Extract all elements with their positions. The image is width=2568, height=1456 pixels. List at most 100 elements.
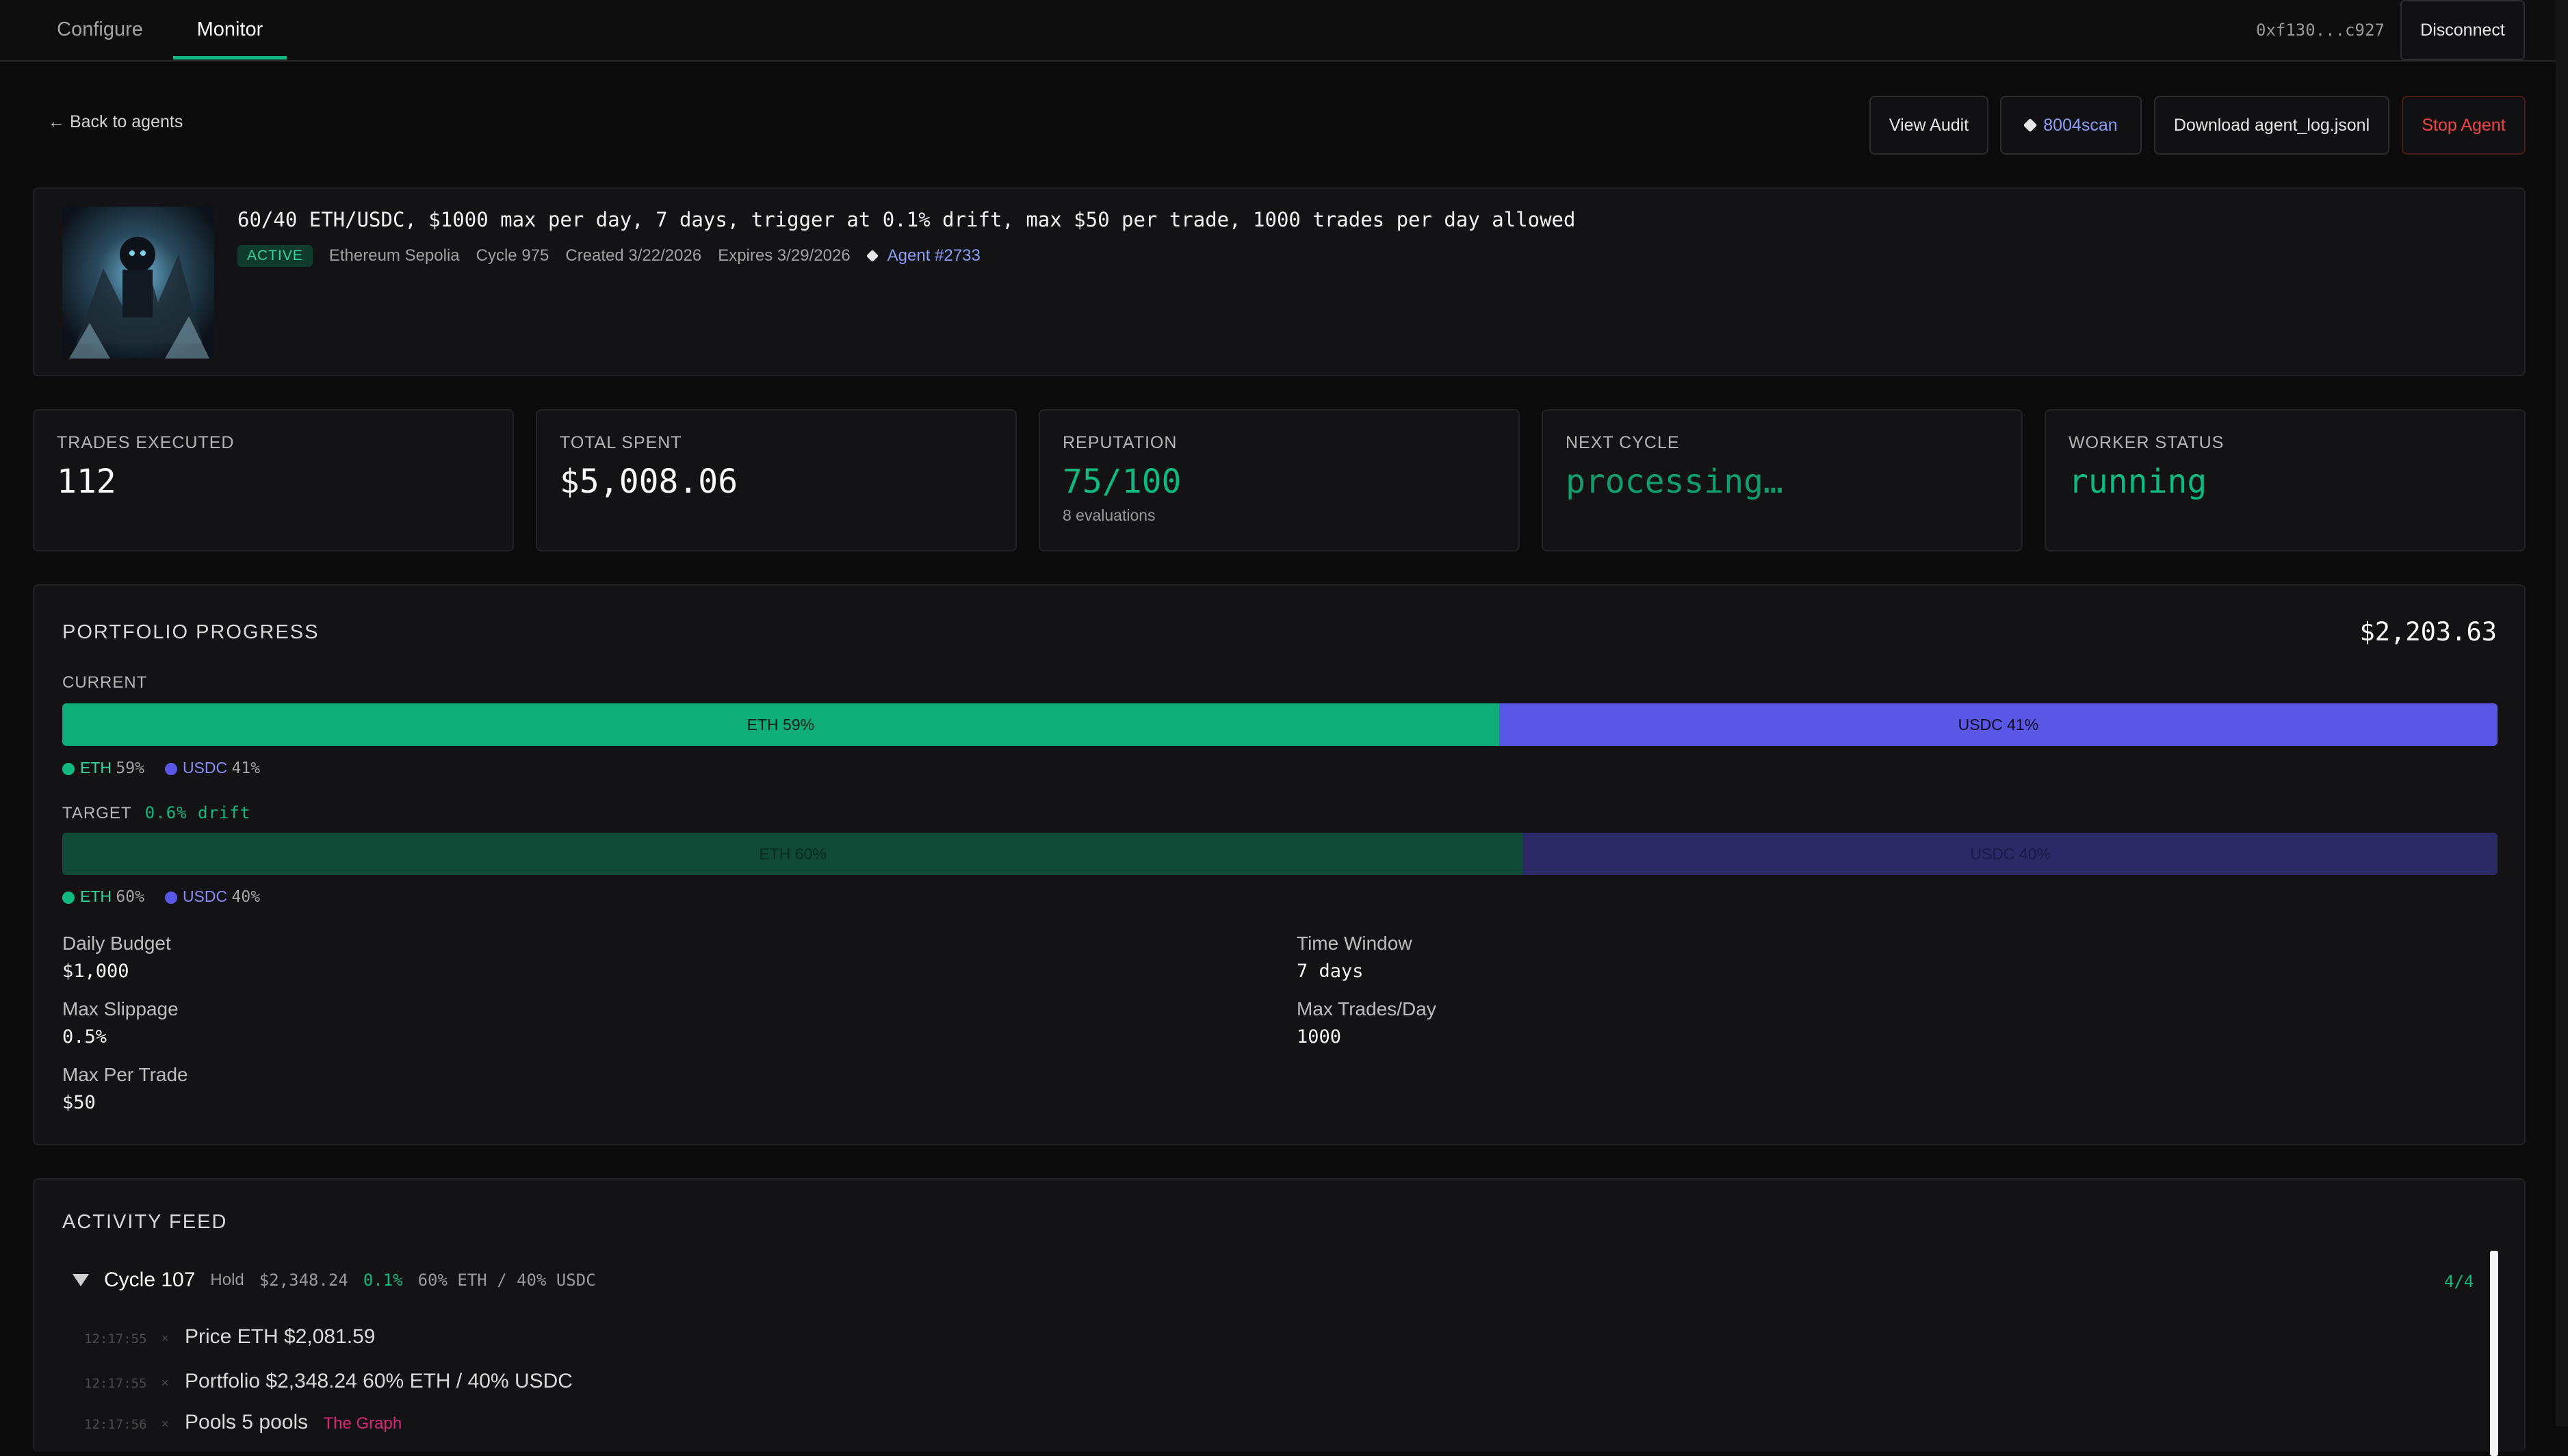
agent-summary-card: 60/40 ETH/USDC, $1000 max per day, 7 day… — [33, 187, 2526, 376]
cycle-count: 4/4 — [2444, 1272, 2474, 1291]
section-title: ACTIVITY FEED — [62, 1211, 228, 1233]
tab-monitor[interactable]: Monitor — [173, 0, 287, 60]
log-text: Pools 5 pools — [185, 1411, 309, 1433]
stat-sub: 8 evaluations — [1063, 506, 1156, 524]
param-value-max-trades-day: 1000 — [1297, 1026, 1342, 1048]
top-nav: Configure Monitor 0xf130...c927 Disconne… — [0, 0, 2568, 62]
network-label: Ethereum Sepolia — [328, 246, 460, 265]
legend-eth-name: ETH — [80, 887, 112, 905]
target-legend: ETH 60% USDC 40% — [62, 887, 260, 906]
view-audit-button[interactable]: View Audit — [1869, 96, 1988, 155]
legend-usdc: USDC 41% — [164, 759, 261, 777]
log-time: 12:17:56 — [84, 1417, 147, 1432]
param-value-max-per-trade: $50 — [62, 1092, 96, 1113]
legend-eth-value: 59% — [116, 759, 144, 777]
current-allocation-bar: ETH 59% USDC 41% — [62, 703, 2498, 746]
stat-trades-executed: TRADES EXECUTED 112 — [33, 409, 514, 551]
stat-value: 75/100 — [1063, 463, 1182, 501]
param-value-max-slippage: 0.5% — [62, 1026, 107, 1048]
expires-date: Expires 3/29/2026 — [718, 246, 851, 265]
cube-icon — [2023, 118, 2038, 133]
tab-configure[interactable]: Configure — [41, 0, 159, 60]
agent-description: 60/40 ETH/USDC, $1000 max per day, 7 day… — [237, 208, 1576, 231]
cycle-value: $2,348.24 — [259, 1271, 348, 1290]
stat-label: NEXT CYCLE — [1566, 433, 1680, 452]
scrollbar[interactable] — [2556, 0, 2568, 1427]
portfolio-progress-card: PORTFOLIO PROGRESS $2,203.63 CURRENT ETH… — [33, 584, 2526, 1145]
stat-value: running — [2068, 463, 2207, 501]
log-text: Price ETH $2,081.59 — [185, 1325, 376, 1348]
log-time: 12:17:55 — [84, 1331, 147, 1347]
stat-reputation: REPUTATION 75/100 8 evaluations — [1039, 409, 1520, 551]
target-header: TARGET 0.6% drift — [62, 803, 250, 823]
log-entry: Pools 5 pools The Graph — [185, 1411, 402, 1434]
param-key-max-per-trade: Max Per Trade — [62, 1064, 188, 1085]
log-separator: × — [161, 1417, 169, 1431]
stat-worker-status: WORKER STATUS running — [2045, 409, 2526, 551]
portfolio-total: $2,203.63 — [2359, 617, 2497, 647]
target-usdc-segment: USDC 40% — [1523, 833, 2498, 875]
download-log-button[interactable]: Download agent_log.jsonl — [2154, 96, 2389, 155]
cycle-name: Cycle 107 — [104, 1269, 196, 1291]
param-key-max-trades-day: Max Trades/Day — [1297, 998, 1436, 1019]
agent-id-label: Agent #2733 — [887, 246, 981, 265]
stat-label: TOTAL SPENT — [560, 433, 682, 452]
stat-value: processing… — [1566, 463, 1783, 501]
stat-next-cycle: NEXT CYCLE processing… — [1542, 409, 2023, 551]
stat-value: $5,008.06 — [560, 463, 738, 501]
log-entry: Portfolio $2,348.24 60% ETH / 40% USDC — [185, 1370, 573, 1393]
feed-scrollbar[interactable] — [2490, 1251, 2498, 1456]
stat-total-spent: TOTAL SPENT $5,008.06 — [536, 409, 1017, 551]
stat-label: REPUTATION — [1063, 433, 1178, 452]
current-usdc-segment: USDC 41% — [1499, 703, 2498, 746]
current-legend: ETH 59% USDC 41% — [62, 759, 260, 777]
activity-feed-card: ACTIVITY FEED Cycle 107 Hold $2,348.24 0… — [33, 1178, 2526, 1456]
legend-usdc-name: USDC — [182, 759, 228, 777]
cycle-allocation: 60% ETH / 40% USDC — [417, 1271, 596, 1290]
8004scan-button[interactable]: 8004scan — [2000, 96, 2142, 155]
log-text: Portfolio $2,348.24 60% ETH / 40% USDC — [185, 1370, 573, 1392]
target-eth-segment: ETH 60% — [62, 833, 1524, 875]
status-badge: ACTIVE — [237, 245, 313, 267]
created-date: Created 3/22/2026 — [565, 246, 702, 265]
target-label: TARGET — [62, 804, 132, 822]
cycle-label: Cycle 975 — [476, 246, 549, 265]
log-separator: × — [161, 1331, 169, 1345]
legend-eth: ETH 60% — [62, 887, 144, 906]
legend-usdc-value: 41% — [231, 759, 261, 777]
legend-eth: ETH 59% — [62, 759, 144, 777]
current-eth-segment: ETH 59% — [62, 703, 1499, 746]
legend-usdc: USDC 40% — [164, 887, 261, 906]
log-time: 12:17:55 — [84, 1376, 147, 1391]
stop-agent-button[interactable]: Stop Agent — [2402, 96, 2526, 155]
cube-icon — [866, 249, 879, 263]
active-tab-indicator — [173, 56, 287, 60]
8004scan-label: 8004scan — [2043, 115, 2118, 135]
log-entry: Price ETH $2,081.59 — [185, 1325, 375, 1349]
param-key-max-slippage: Max Slippage — [62, 998, 179, 1019]
stat-label: TRADES EXECUTED — [57, 433, 235, 452]
disconnect-button[interactable]: Disconnect — [2400, 0, 2525, 60]
cycle-drift: 0.1% — [363, 1271, 403, 1290]
back-to-agents-link[interactable]: ← Back to agents — [48, 112, 183, 132]
legend-usdc-value: 40% — [231, 888, 261, 906]
section-title: PORTFOLIO PROGRESS — [62, 621, 320, 643]
chevron-down-icon[interactable] — [73, 1274, 89, 1286]
legend-eth-name: ETH — [80, 759, 112, 777]
param-value-daily-budget: $1,000 — [62, 961, 129, 982]
stat-label: WORKER STATUS — [2068, 433, 2225, 452]
agent-id-link[interactable]: Agent #2733 — [866, 246, 981, 265]
current-label: CURRENT — [62, 673, 148, 692]
agent-avatar — [62, 207, 214, 359]
target-allocation-bar: ETH 60% USDC 40% — [62, 833, 2498, 875]
log-separator: × — [161, 1376, 169, 1390]
cycle-row[interactable]: Cycle 107 Hold $2,348.24 0.1% 60% ETH / … — [73, 1269, 596, 1292]
wallet-address: 0xf130...c927 — [2256, 21, 2385, 40]
param-key-time-window: Time Window — [1297, 933, 1412, 954]
legend-eth-value: 60% — [116, 888, 144, 906]
cycle-action: Hold — [210, 1271, 244, 1289]
param-key-daily-budget: Daily Budget — [62, 933, 171, 954]
param-value-time-window: 7 days — [1297, 961, 1364, 982]
legend-usdc-name: USDC — [182, 887, 228, 905]
drift-value: 0.6% drift — [144, 803, 251, 822]
